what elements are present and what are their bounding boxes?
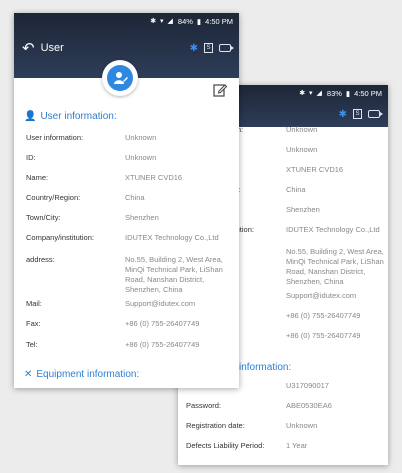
info-label: Defects Liability Period: — [186, 441, 265, 450]
info-value: Unknown — [286, 145, 318, 154]
info-label: ID: — [26, 153, 36, 162]
info-label: Country/Region: — [26, 193, 81, 202]
info-value: Unknown — [125, 153, 157, 162]
info-value: +86 (0) 755-26407749 — [125, 340, 200, 349]
info-label: Password: — [186, 401, 222, 410]
battery-icon: ▮ — [345, 88, 351, 98]
status-icons: ✱ ▾ ◢ — [299, 90, 323, 97]
info-value: Unknown — [286, 421, 318, 430]
bluetooth-icon[interactable]: ✱ — [339, 109, 347, 120]
info-value: XTUNER CVD16 — [125, 173, 183, 182]
info-label: Tel: — [26, 340, 38, 349]
equipment-section-title: ✕ Equipment information: — [24, 369, 140, 380]
save-icon[interactable]: S — [353, 109, 362, 119]
info-value: IDUTEX Technology Co.,Ltd — [125, 233, 219, 242]
user-avatar-icon — [107, 65, 133, 91]
info-value: +86 (0) 755-26407749 — [286, 311, 361, 320]
info-value: ABE0530EA6 — [286, 401, 332, 410]
camera-icon[interactable] — [368, 110, 383, 118]
back-arrow-icon[interactable]: ↶ — [22, 39, 35, 57]
clock: 4:50 PM — [354, 88, 382, 98]
info-value: China — [286, 185, 306, 194]
clock: 4:50 PM — [205, 16, 233, 26]
info-value: XTUNER CVD16 — [286, 165, 344, 174]
info-label: Fax: — [26, 319, 41, 328]
info-value: Unknown — [286, 125, 318, 134]
battery-icon: ▮ — [196, 16, 202, 26]
info-label: Registration date: — [186, 421, 245, 430]
info-value: +86 (0) 755-26407749 — [125, 319, 200, 328]
info-label: User information: — [26, 133, 84, 142]
user-section-title: 👤 User information: — [24, 111, 117, 122]
status-icons: ✱ ▾ ◢ — [150, 18, 174, 25]
info-value: China — [125, 193, 145, 202]
info-label: Mail: — [26, 299, 42, 308]
person-icon: 👤 — [24, 111, 37, 122]
info-value: Shenzhen — [125, 213, 159, 222]
page-title: User — [40, 42, 64, 54]
user-avatar[interactable] — [102, 60, 138, 96]
info-value: No.55, Building 2, West Area, MinQi Tech… — [286, 247, 384, 286]
info-label: Town/City: — [26, 213, 61, 222]
info-value: No.55, Building 2, West Area, MinQi Tech… — [125, 255, 223, 294]
info-label: Company/institution: — [26, 233, 94, 242]
save-icon[interactable]: S — [204, 43, 213, 53]
bluetooth-icon[interactable]: ✱ — [190, 43, 198, 54]
phone-screen-front: ✱ ▾ ◢ 84% ▮ 4:50 PM ↶ User ✱ S 👤 User in… — [14, 13, 239, 388]
info-value: Shenzhen — [286, 205, 320, 214]
battery-text: 83% — [326, 88, 342, 98]
info-value: Support@idutex.com — [286, 291, 357, 300]
info-value: U317090017 — [286, 381, 329, 390]
appbar-actions: ✱ S — [190, 43, 234, 54]
info-value: Support@idutex.com — [125, 299, 196, 308]
info-value: Unknown — [125, 133, 157, 142]
status-bar: ✱ ▾ ◢ 84% ▮ 4:50 PM — [14, 13, 239, 29]
battery-text: 84% — [177, 16, 193, 26]
info-label: address: — [26, 255, 55, 264]
info-label: Name: — [26, 173, 49, 182]
edit-icon[interactable] — [213, 83, 228, 97]
tools-icon: ✕ — [24, 369, 33, 380]
camera-icon[interactable] — [219, 44, 234, 52]
info-value: +86 (0) 755-26407749 — [286, 331, 361, 340]
info-value: 1 Year — [286, 441, 308, 450]
info-value: IDUTEX Technology Co.,Ltd — [286, 225, 380, 234]
appbar-actions: ✱ S — [339, 109, 383, 120]
